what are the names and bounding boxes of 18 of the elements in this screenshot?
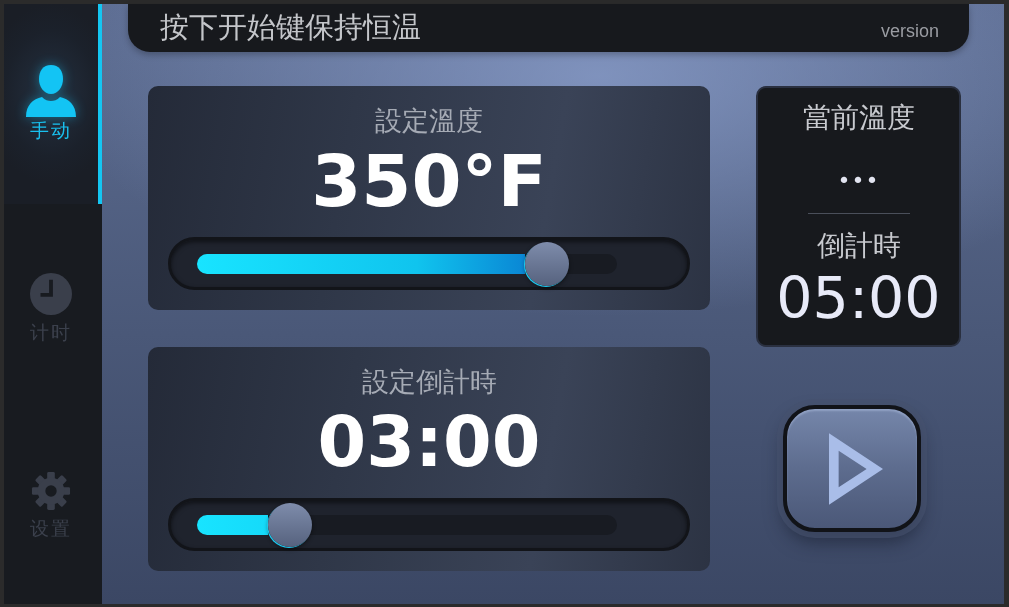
sidebar-tab[interactable]: 手动 <box>4 4 102 204</box>
slider-thumb[interactable] <box>524 241 569 286</box>
play-icon <box>829 432 883 505</box>
gear-icon <box>31 471 71 511</box>
countdown-value: 05:00 <box>776 268 941 328</box>
current-temp-value: ••• <box>837 167 880 195</box>
setting-value: 03:00 <box>317 404 541 480</box>
version-label: version <box>880 19 939 42</box>
setting-label: 設定倒計時 <box>361 365 497 399</box>
current-temp-label: 當前溫度 <box>802 100 915 136</box>
slider-thumb[interactable] <box>268 502 313 547</box>
person-icon <box>25 63 77 117</box>
instruction-text: 按下开始键保持恒温 <box>160 9 421 46</box>
setting-value: 350°F <box>311 143 547 219</box>
start-button[interactable] <box>783 405 921 532</box>
setting-label: 設定溫度 <box>375 104 483 138</box>
clock-icon <box>30 273 72 315</box>
countdown-label: 倒計時 <box>816 228 901 264</box>
